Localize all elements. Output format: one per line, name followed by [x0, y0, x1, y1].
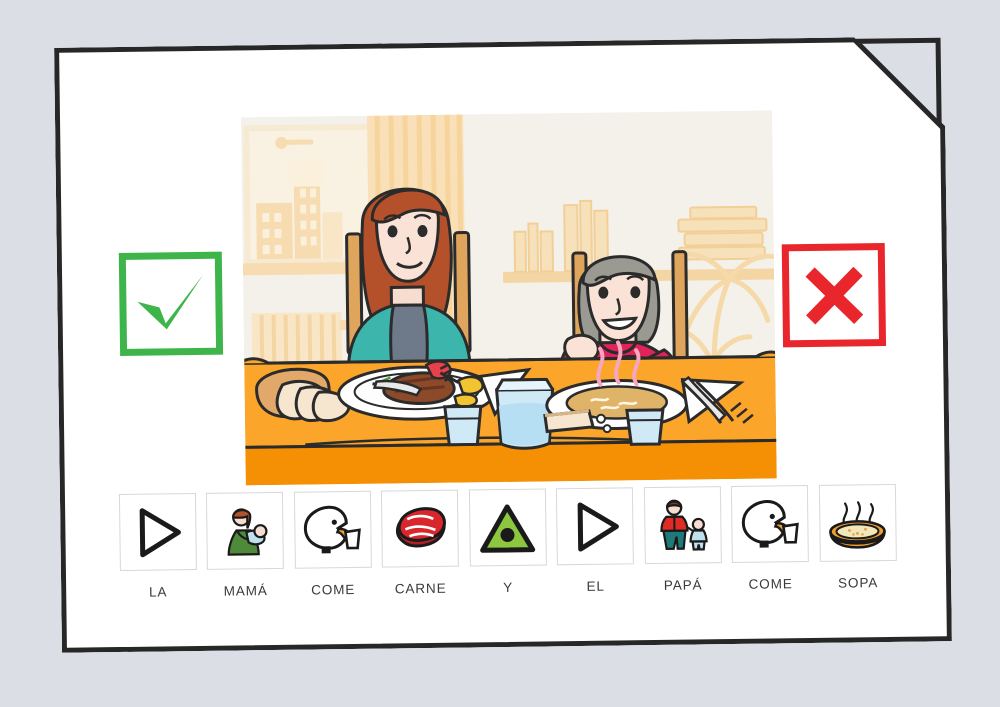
word-card-come-1[interactable]: COME [292, 490, 373, 598]
incorrect-answer-box[interactable] [781, 242, 887, 348]
word-label: MAMÁ [223, 583, 268, 599]
word-label: EL [586, 578, 605, 594]
worksheet-page: LA MAMÁ COME CARNE Y EL PAPÁ COME SOPA [0, 0, 1000, 707]
pictogram-card[interactable] [818, 483, 897, 562]
father-with-child-icon [660, 499, 708, 551]
word-card-come-2[interactable]: COME [729, 485, 810, 592]
meat-steak-icon [395, 506, 446, 547]
mother-with-baby-icon [227, 507, 268, 556]
word-label: COME [311, 581, 356, 598]
word-label: CARNE [394, 580, 447, 597]
word-card-sopa[interactable]: SOPA [817, 483, 898, 591]
conjunction-triangle-icon [480, 503, 536, 553]
pictogram-card[interactable] [118, 493, 197, 572]
word-label: COME [748, 576, 793, 592]
word-label: PAPÁ [663, 577, 703, 593]
paper-sheet: LA MAMÁ COME CARNE Y EL PAPÁ COME SOPA [54, 36, 952, 653]
eating-mouth-icon [303, 505, 361, 553]
soup-bowl-icon [829, 500, 886, 549]
sentence-strip: LA MAMÁ COME CARNE Y EL PAPÁ COME SOPA [117, 483, 898, 600]
cross-icon [805, 266, 863, 325]
word-card-mama[interactable]: MAMÁ [204, 491, 285, 599]
word-card-y[interactable]: Y [467, 488, 548, 595]
scene-illustration [241, 110, 777, 486]
article-triangle-icon [577, 502, 619, 552]
word-label: Y [503, 579, 514, 596]
word-label: SOPA [837, 575, 879, 591]
eating-mouth-icon [741, 499, 799, 548]
word-card-papa[interactable]: PAPÁ [642, 486, 723, 593]
pictogram-card[interactable] [555, 487, 634, 566]
pictogram-card[interactable] [380, 489, 459, 568]
word-card-carne[interactable]: CARNE [379, 489, 460, 597]
pictogram-card[interactable] [643, 486, 722, 565]
article-triangle-icon [139, 507, 181, 557]
word-card-el[interactable]: EL [554, 487, 635, 594]
correct-answer-box[interactable] [118, 251, 224, 357]
word-card-la[interactable]: LA [117, 493, 198, 600]
check-icon [136, 274, 203, 329]
pictogram-card[interactable] [730, 485, 809, 564]
pictogram-card[interactable] [293, 490, 372, 569]
pictogram-card[interactable] [468, 488, 547, 567]
word-label: LA [148, 584, 168, 600]
pictogram-card[interactable] [205, 491, 284, 570]
